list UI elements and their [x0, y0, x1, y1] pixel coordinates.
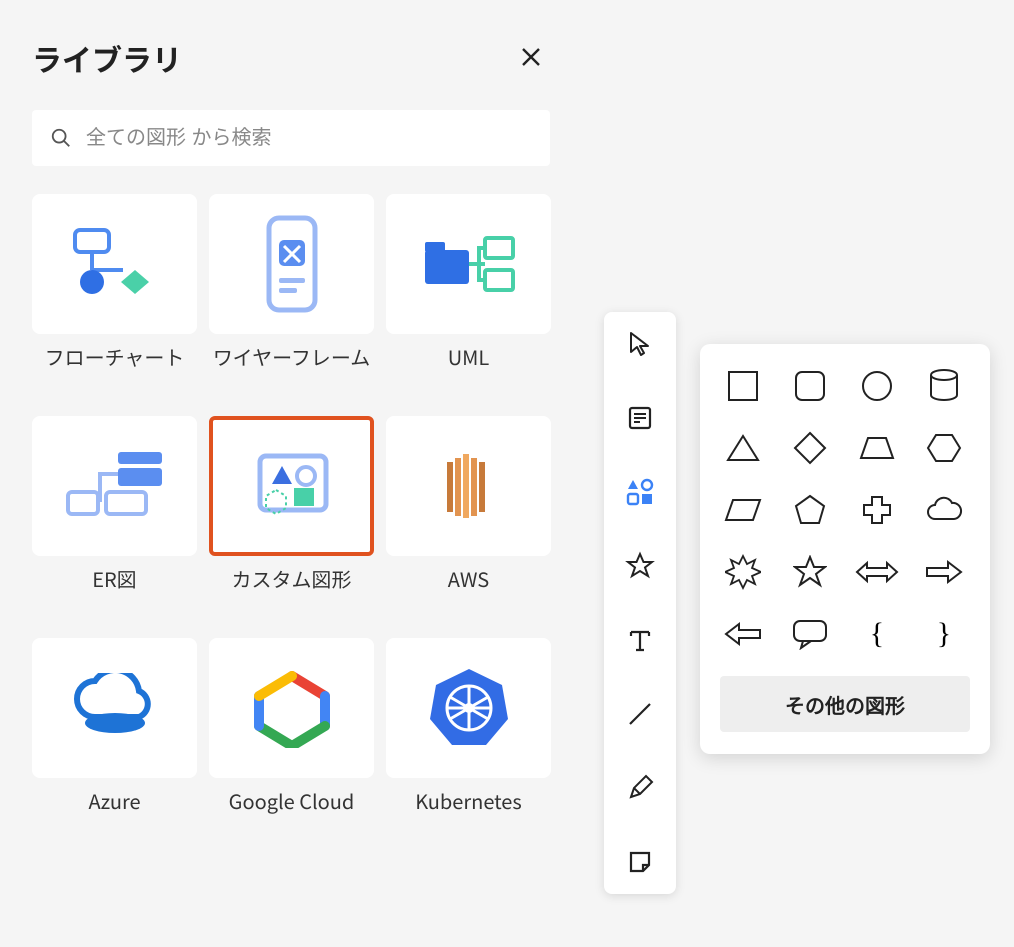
library-item-label: Kubernetes: [386, 788, 551, 842]
search-input[interactable]: [86, 127, 532, 150]
cursor-icon: [626, 330, 654, 358]
shape-circle[interactable]: [854, 366, 900, 406]
brace-open-icon: {: [870, 617, 884, 651]
star-shape-icon: [793, 555, 827, 589]
shape-speech-bubble[interactable]: [787, 614, 833, 654]
shape-pentagon[interactable]: [787, 490, 833, 530]
azure-icon: [32, 638, 197, 778]
sticky-note-tool[interactable]: [620, 842, 660, 882]
shapes-grid: { }: [720, 366, 970, 654]
shape-parallelogram[interactable]: [720, 490, 766, 530]
star-tool[interactable]: [620, 546, 660, 586]
library-grid: フローチャート ワイヤーフレーム: [32, 194, 550, 842]
search-icon: [50, 127, 72, 149]
shapes-tool[interactable]: [620, 472, 660, 512]
shapes-icon: [625, 477, 655, 507]
circle-icon: [860, 369, 894, 403]
shape-cross[interactable]: [854, 490, 900, 530]
sticky-note-icon: [626, 848, 654, 876]
library-item-label: カスタム図形: [209, 566, 374, 620]
shape-double-arrow[interactable]: [854, 552, 900, 592]
library-item-flowchart[interactable]: フローチャート: [32, 194, 197, 398]
google-cloud-icon: [209, 638, 374, 778]
star-icon: [625, 551, 655, 581]
shape-trapezoid[interactable]: [854, 428, 900, 468]
frame-tool[interactable]: [620, 398, 660, 438]
wireframe-icon: [209, 194, 374, 334]
library-item-aws[interactable]: AWS: [386, 416, 551, 620]
library-item-custom-shapes[interactable]: カスタム図形: [209, 416, 374, 620]
cloud-icon: [923, 495, 965, 525]
aws-icon: [386, 416, 551, 556]
shape-cylinder[interactable]: [921, 366, 967, 406]
shape-star[interactable]: [787, 552, 833, 592]
text-icon: [626, 626, 654, 654]
shape-cloud[interactable]: [921, 490, 967, 530]
select-tool[interactable]: [620, 324, 660, 364]
arrow-right-icon: [924, 559, 964, 585]
library-item-azure[interactable]: Azure: [32, 638, 197, 842]
close-button[interactable]: [512, 41, 550, 75]
library-item-gcp[interactable]: Google Cloud: [209, 638, 374, 842]
library-header: ライブラリ: [32, 36, 550, 80]
tool-strip: [604, 312, 676, 894]
library-item-kubernetes[interactable]: Kubernetes: [386, 638, 551, 842]
library-item-label: UML: [386, 344, 551, 398]
shape-diamond[interactable]: [787, 428, 833, 468]
pencil-tool[interactable]: [620, 768, 660, 808]
shape-arrow-right[interactable]: [921, 552, 967, 592]
er-diagram-icon: [32, 416, 197, 556]
trapezoid-icon: [858, 433, 896, 463]
more-shapes-button[interactable]: その他の図形: [720, 676, 970, 732]
shape-square[interactable]: [720, 366, 766, 406]
double-arrow-icon: [855, 560, 899, 584]
shapes-flyout: { } その他の図形: [700, 344, 990, 754]
library-item-label: ワイヤーフレーム: [209, 344, 374, 398]
burst-icon: [725, 554, 761, 590]
library-item-label: フローチャート: [32, 344, 197, 398]
shape-arrow-left[interactable]: [720, 614, 766, 654]
shape-brace-close[interactable]: }: [921, 614, 967, 654]
library-item-label: Google Cloud: [209, 788, 374, 842]
library-item-wireframe[interactable]: ワイヤーフレーム: [209, 194, 374, 398]
pencil-icon: [626, 774, 654, 802]
library-item-label: Azure: [32, 788, 197, 842]
library-item-er[interactable]: ER図: [32, 416, 197, 620]
custom-shapes-icon: [209, 416, 374, 556]
shape-brace-open[interactable]: {: [854, 614, 900, 654]
line-icon: [626, 700, 654, 728]
triangle-icon: [725, 432, 761, 464]
cylinder-icon: [927, 367, 961, 405]
library-item-label: AWS: [386, 566, 551, 620]
rounded-square-icon: [793, 369, 827, 403]
flowchart-icon: [32, 194, 197, 334]
shape-rounded-square[interactable]: [787, 366, 833, 406]
speech-bubble-icon: [791, 618, 829, 650]
text-tool[interactable]: [620, 620, 660, 660]
search-box[interactable]: [32, 110, 550, 166]
library-item-uml[interactable]: UML: [386, 194, 551, 398]
kubernetes-icon: [386, 638, 551, 778]
square-icon: [726, 369, 760, 403]
shape-hexagon[interactable]: [921, 428, 967, 468]
shape-triangle[interactable]: [720, 428, 766, 468]
shape-burst[interactable]: [720, 552, 766, 592]
library-title: ライブラリ: [32, 36, 182, 80]
frame-icon: [626, 404, 654, 432]
brace-close-icon: }: [937, 617, 951, 651]
diamond-icon: [792, 430, 828, 466]
line-tool[interactable]: [620, 694, 660, 734]
close-icon: [520, 46, 542, 68]
library-item-label: ER図: [32, 566, 197, 620]
cross-icon: [860, 493, 894, 527]
pentagon-icon: [793, 493, 827, 527]
uml-icon: [386, 194, 551, 334]
arrow-left-icon: [723, 621, 763, 647]
hexagon-icon: [926, 431, 962, 465]
library-panel: ライブラリ フローチャート: [12, 12, 570, 882]
parallelogram-icon: [723, 496, 763, 524]
